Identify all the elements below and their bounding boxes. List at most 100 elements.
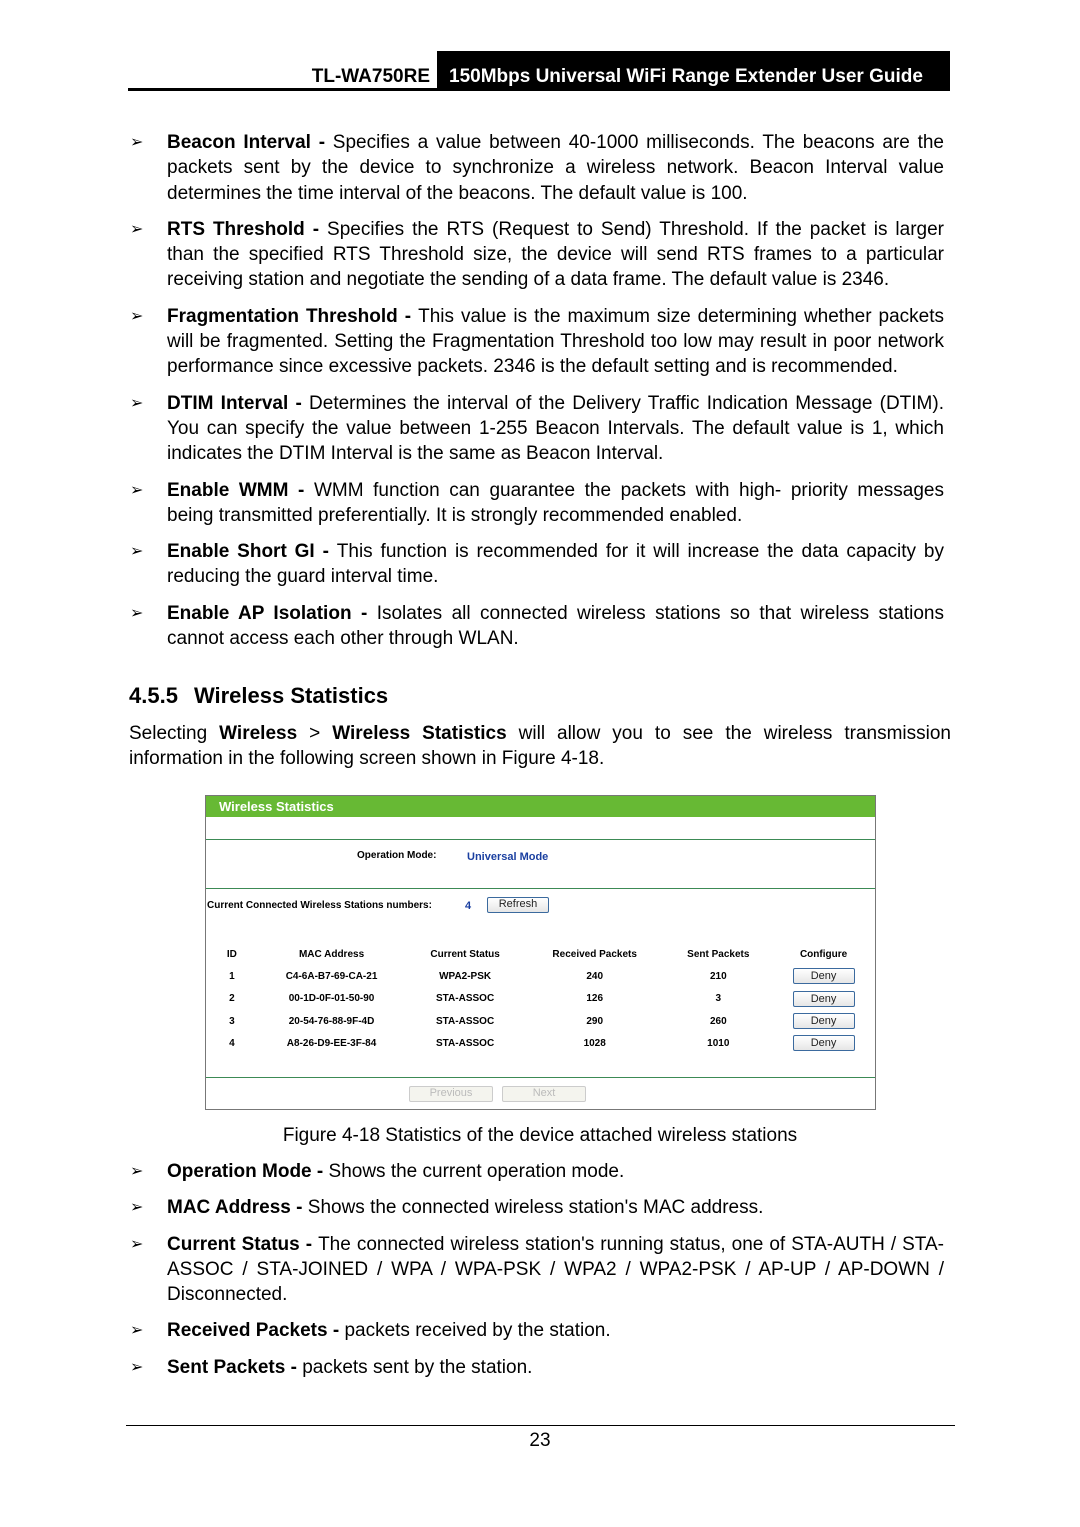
cell-configure: Deny (772, 1032, 875, 1054)
term: Enable AP Isolation (167, 602, 352, 624)
term: Received Packets (167, 1320, 328, 1342)
deny-button[interactable]: Deny (792, 1035, 855, 1052)
deny-button[interactable]: Deny (792, 1013, 855, 1030)
column-header: MAC Address (298, 948, 365, 960)
bullet-item: ➢ Enable WMM - WMM function can guarantee… (130, 478, 944, 529)
separator: - (351, 602, 377, 624)
divider (206, 1077, 875, 1078)
arrow-bullet-icon: ➢ (130, 307, 144, 325)
separator: - (314, 541, 337, 563)
term: Fragmentation Threshold (167, 305, 398, 327)
previous-button[interactable]: Previous (409, 1086, 493, 1102)
separator: - (290, 1197, 308, 1219)
bullet-item: ➢ Fragmentation Threshold - This value is… (130, 304, 944, 380)
section-heading: 4.5.5 Wireless Statistics (129, 683, 389, 708)
deny-button[interactable]: Deny (792, 990, 855, 1007)
header-title: 150Mbps Universal WiFi Range Extender Us… (437, 51, 950, 90)
arrow-bullet-icon: ➢ (130, 481, 144, 499)
cell-rx: 126 (586, 993, 604, 1005)
wireless-statistics-screenshot: Wireless Statistics Operation Mode: Univ… (205, 795, 876, 1110)
term: Enable Short GI (167, 541, 315, 563)
cell-configure: Deny (772, 965, 875, 987)
bullet-item: ➢ RTS Threshold - Specifies the RTS (Requ… (130, 217, 944, 293)
separator: - (299, 1233, 319, 1255)
bullet-item: ➢ Received Packets - packets received by … (130, 1318, 944, 1343)
page-number: 23 (529, 1430, 551, 1451)
cell-configure: Deny (772, 988, 875, 1010)
cell-rx: 1028 (583, 1037, 606, 1049)
cell-mac: 20-54-76-88-9F-4D (288, 1015, 375, 1027)
term: MAC Address (167, 1197, 291, 1219)
bullet-item: ➢ Current Status - The connected wireless… (130, 1232, 944, 1308)
arrow-bullet-icon: ➢ (130, 1163, 144, 1180)
next-button[interactable]: Next (502, 1086, 586, 1102)
deny-button[interactable]: Deny (792, 968, 855, 985)
operation-mode-label: Operation Mode: (357, 850, 437, 861)
separator: - (311, 1161, 329, 1182)
description: packets sent by the station. (302, 1356, 533, 1378)
description: Shows the connected wireless station's M… (307, 1197, 764, 1219)
cell-tx: 260 (709, 1015, 727, 1027)
stations-table: ID MAC Address Current Status Received Pack… (206, 943, 875, 1054)
header-rule (128, 88, 950, 91)
cell-configure: Deny (772, 1010, 875, 1032)
cell-status: STA-ASSOC (436, 1037, 495, 1049)
arrow-bullet-icon: ➢ (130, 394, 144, 412)
parameter-list: ➢ Beacon Interval - Specifies a value bet… (130, 130, 944, 662)
term: DTIM Interval (167, 392, 289, 414)
description: packets received by the station. (344, 1320, 611, 1342)
separator: - (397, 305, 419, 327)
arrow-bullet-icon: ➢ (130, 1358, 144, 1376)
figure-caption: Figure 4-18 Statistics of the device att… (282, 1125, 798, 1146)
bullet-item: ➢ Enable AP Isolation - Isolates all conn… (130, 601, 944, 652)
refresh-button[interactable]: Refresh (487, 897, 549, 913)
arrow-bullet-icon: ➢ (130, 604, 144, 622)
arrow-bullet-icon: ➢ (130, 220, 144, 238)
bullet-item: ➢ Operation Mode - Shows the current oper… (130, 1159, 944, 1184)
table-row: 1 C4-6A-B7-69-CA-21 WPA2-PSK 240 210 Deny (206, 965, 875, 987)
separator: - (310, 132, 333, 153)
column-header: Configure (799, 948, 848, 960)
column-header: Sent Packets (687, 948, 750, 960)
operation-mode-value: Universal Mode (467, 851, 549, 863)
term: Enable WMM (167, 479, 289, 501)
bullet-item: ➢ Enable Short GI - This function is reco… (130, 539, 944, 590)
column-header: Received Packets (552, 948, 637, 960)
cell-id: 3 (229, 1015, 235, 1027)
term: Current Status (167, 1233, 300, 1255)
cell-mac: 00-1D-0F-01-50-90 (288, 993, 375, 1005)
column-header: Current Status (430, 948, 500, 960)
cell-mac: A8-26-D9-EE-3F-84 (286, 1037, 377, 1049)
divider (206, 839, 875, 840)
cell-tx: 210 (709, 970, 727, 982)
table-row: 4 A8-26-D9-EE-3F-84 STA-ASSOC 1028 1010 Deny (206, 1032, 875, 1054)
cell-id: 2 (229, 993, 235, 1005)
arrow-bullet-icon: ➢ (130, 543, 144, 561)
separator: - (304, 218, 328, 240)
cell-status: WPA2-PSK (439, 970, 492, 982)
header-model: TL-WA750RE (311, 66, 430, 87)
description: Shows the current operation mode. (328, 1161, 625, 1182)
cell-status: STA-ASSOC (436, 993, 495, 1005)
table-row: 2 00-1D-0F-01-50-90 STA-ASSOC 126 3 Deny (206, 988, 875, 1010)
cell-tx: 1010 (707, 1037, 730, 1049)
table-header: ID MAC Address Current Status Received Pack… (206, 943, 875, 965)
separator: - (288, 392, 310, 414)
panel-title: Wireless Statistics (206, 796, 875, 817)
column-header: ID (226, 948, 237, 960)
cell-status: STA-ASSOC (436, 1015, 495, 1027)
cell-mac: C4-6A-B7-69-CA-21 (285, 970, 378, 982)
arrow-bullet-icon: ➢ (130, 1235, 144, 1253)
cell-id: 4 (229, 1037, 235, 1049)
cell-rx: 290 (586, 1015, 604, 1027)
arrow-bullet-icon: ➢ (130, 1199, 144, 1217)
divider (206, 888, 875, 889)
term: Beacon Interval (167, 132, 311, 153)
bullet-item: ➢ MAC Address - Shows the connected wirel… (130, 1195, 944, 1220)
separator: - (285, 1356, 303, 1378)
term: Operation Mode (167, 1161, 312, 1182)
stations-count-value: 4 (465, 900, 472, 912)
cell-rx: 240 (586, 970, 604, 982)
arrow-bullet-icon: ➢ (130, 134, 144, 151)
stations-count-label: Current Connected Wireless Stations numb… (207, 900, 432, 911)
